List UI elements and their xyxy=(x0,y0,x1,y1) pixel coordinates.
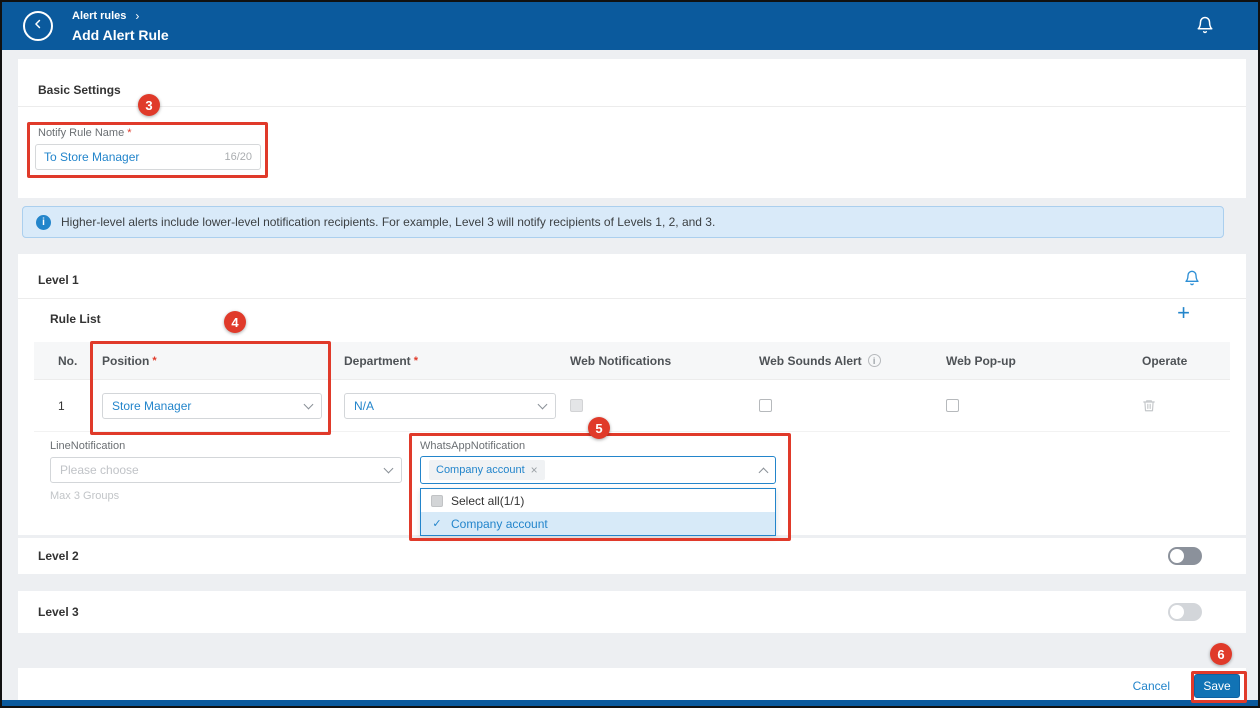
chevron-up-icon xyxy=(759,467,769,477)
col-header-web-sounds-alert: Web Sounds Alerti xyxy=(759,354,946,368)
chevron-down-icon xyxy=(304,399,314,409)
add-rule-button[interactable]: + xyxy=(1177,302,1190,324)
required-asterisk: * xyxy=(127,127,131,139)
chevron-down-icon xyxy=(384,464,394,474)
web-sounds-alert-checkbox[interactable] xyxy=(759,399,772,412)
col-header-web-popup: Web Pop-up xyxy=(946,354,1142,368)
footer-bar: Cancel Save xyxy=(18,668,1246,704)
annotation-badge-6: 6 xyxy=(1210,643,1232,665)
breadcrumb-chevron-icon: › xyxy=(135,9,139,23)
row-operate-cell xyxy=(1142,398,1230,413)
select-all-count: (1/1) xyxy=(500,494,525,508)
line-notification-select[interactable]: Please choose xyxy=(50,457,402,483)
col-header-operate: Operate xyxy=(1142,354,1230,368)
page-title: Add Alert Rule xyxy=(72,27,169,43)
table-header-row: No. Position* Department* Web Notificati… xyxy=(34,342,1230,380)
level3-title: Level 3 xyxy=(38,605,79,619)
position-select[interactable]: Store Manager xyxy=(102,393,322,419)
selected-tag: Company account × xyxy=(429,460,545,480)
breadcrumb-label: Alert rules xyxy=(72,10,126,22)
line-notification-placeholder: Please choose xyxy=(60,463,139,477)
level2-section: Level 2 xyxy=(18,538,1246,574)
add-alert-rule-screen: Alert rules › Add Alert Rule Basic Setti… xyxy=(0,0,1260,708)
level3-section: Level 3 xyxy=(18,591,1246,633)
rule-name-label: Notify Rule Name* xyxy=(38,127,131,139)
info-icon: i xyxy=(36,215,51,230)
row-no: 1 xyxy=(34,399,102,413)
back-button[interactable] xyxy=(23,11,53,41)
back-chevron-icon xyxy=(31,17,45,36)
company-account-label: Company account xyxy=(451,517,548,531)
delete-row-button[interactable] xyxy=(1142,398,1156,413)
company-account-option[interactable]: ✓ Company account xyxy=(421,512,775,535)
row-web-notifications-cell xyxy=(570,399,759,412)
level3-toggle[interactable] xyxy=(1168,603,1202,621)
web-notifications-checkbox[interactable] xyxy=(570,399,583,412)
col-header-department: Department* xyxy=(344,354,570,368)
level1-title: Level 1 xyxy=(38,273,79,287)
basic-settings-section: Basic Settings Notify Rule Name* To Stor… xyxy=(18,59,1246,198)
web-popup-checkbox[interactable] xyxy=(946,399,959,412)
required-asterisk: * xyxy=(414,355,418,367)
save-button[interactable]: Save xyxy=(1194,674,1240,698)
tag-remove-icon[interactable]: × xyxy=(531,463,538,477)
rule-list-title: Rule List xyxy=(50,312,101,326)
toggle-knob xyxy=(1170,549,1184,563)
chevron-down-icon xyxy=(538,399,548,409)
info-banner: i Higher-level alerts include lower-leve… xyxy=(22,206,1224,238)
department-select[interactable]: N/A xyxy=(344,393,556,419)
toggle-knob xyxy=(1170,605,1184,619)
breadcrumb[interactable]: Alert rules › xyxy=(72,9,169,23)
header-titles: Alert rules › Add Alert Rule xyxy=(72,9,169,43)
row-position-cell: Store Manager xyxy=(102,393,344,419)
table-row: 1 Store Manager N/A xyxy=(34,380,1230,432)
required-asterisk: * xyxy=(152,355,156,367)
row-web-sounds-cell xyxy=(759,399,946,412)
selected-tag-label: Company account xyxy=(436,464,525,476)
cancel-button[interactable]: Cancel xyxy=(1133,679,1170,693)
level2-toggle[interactable] xyxy=(1168,547,1202,565)
select-all-label: Select all(1/1) xyxy=(451,494,524,508)
char-counter: 16/20 xyxy=(224,151,252,163)
check-icon: ✓ xyxy=(431,517,443,530)
info-banner-text: Higher-level alerts include lower-level … xyxy=(61,215,715,229)
trash-icon xyxy=(1142,398,1156,413)
level2-title: Level 2 xyxy=(38,549,79,563)
info-circle-icon: i xyxy=(868,354,881,367)
bottom-bar xyxy=(2,700,1258,706)
whatsapp-notification-label: WhatsAppNotification xyxy=(420,440,525,452)
alarm-bell-icon[interactable] xyxy=(1184,270,1200,291)
whatsapp-dropdown: Select all(1/1) ✓ Company account xyxy=(420,488,776,536)
section-divider xyxy=(18,298,1246,299)
row-department-cell: N/A xyxy=(344,393,570,419)
select-all-checkbox[interactable] xyxy=(431,495,443,507)
col-header-position: Position* xyxy=(102,354,344,368)
rule-name-input[interactable]: To Store Manager 16/20 xyxy=(35,144,261,170)
rule-table: No. Position* Department* Web Notificati… xyxy=(34,342,1230,432)
rule-name-value: To Store Manager xyxy=(44,150,139,164)
select-all-option[interactable]: Select all(1/1) xyxy=(421,489,775,512)
position-value: Store Manager xyxy=(112,399,191,413)
top-header: Alert rules › Add Alert Rule xyxy=(2,2,1258,50)
section-divider xyxy=(18,106,1246,107)
line-notification-label: LineNotification xyxy=(50,440,125,452)
col-header-no: No. xyxy=(34,354,102,368)
row-web-popup-cell xyxy=(946,399,1142,412)
basic-settings-title: Basic Settings xyxy=(38,83,121,97)
level1-section: Level 1 Rule List + No. Position* Depart… xyxy=(18,254,1246,535)
line-notification-hint: Max 3 Groups xyxy=(50,490,119,502)
col-header-web-notifications: Web Notifications xyxy=(570,354,759,368)
department-value: N/A xyxy=(354,399,374,413)
notification-bell-icon[interactable] xyxy=(1196,16,1214,39)
plus-icon: + xyxy=(1177,300,1190,325)
whatsapp-multiselect[interactable]: Company account × xyxy=(420,456,776,484)
